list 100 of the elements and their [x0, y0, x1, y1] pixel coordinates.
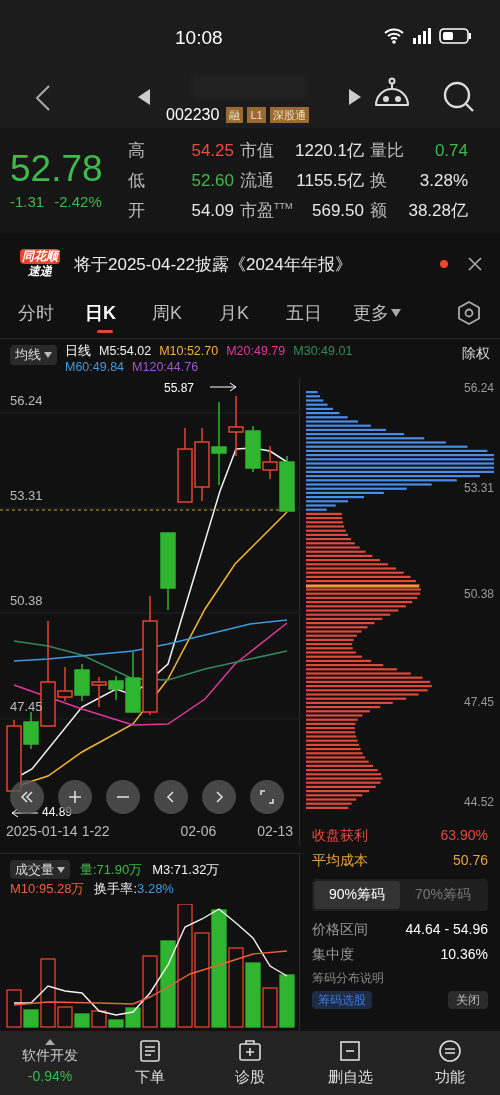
current-price: 52.78 [10, 147, 104, 192]
stat-label: 开 [128, 199, 146, 222]
candlestick [74, 663, 90, 702]
price-axis-label: 53.31 [10, 486, 43, 505]
nav-button[interactable]: 诊股 [200, 1037, 300, 1089]
fullscreen-icon [259, 788, 275, 805]
stat-label: 市值 [240, 139, 275, 162]
stat-label: 流通 [240, 169, 275, 192]
battery-icon [439, 28, 471, 44]
stat-value: 1220.1亿 [294, 139, 365, 162]
moving-average-label: M20:49.79 [226, 343, 286, 360]
close-panel-button[interactable]: 关闭 [448, 990, 488, 1009]
stock-tag: 融 [226, 107, 244, 124]
moving-average-label: M5:54.02 [99, 343, 152, 360]
stat-value: 3.28% [418, 169, 469, 192]
nav-button[interactable]: 删自选 [300, 1037, 400, 1089]
moving-average-label: M30:49.01 [293, 343, 353, 360]
price-change: -1.31 [10, 192, 45, 213]
stat-value: 63.90% [440, 825, 488, 845]
indicator-dropdown[interactable]: 成交量 [10, 859, 70, 880]
period-tab[interactable]: 月K [213, 293, 280, 334]
stat-value: 54.25 [190, 139, 235, 162]
settings-icon [456, 300, 482, 327]
price-axis-label: 53.31 [463, 479, 494, 497]
stat-value: 1155.5亿 [295, 169, 365, 192]
period-tab[interactable]: 更多 [347, 293, 414, 334]
price-axis-label: 50.38 [463, 585, 494, 603]
briefcase-icon [237, 1037, 263, 1064]
stat-label: 平均成本 [312, 850, 368, 870]
arrow-icon [209, 382, 237, 392]
stat-label: 收盘获利 [312, 825, 368, 845]
wifi-icon [384, 28, 404, 44]
stat-label: 额 [370, 199, 388, 222]
period-tab[interactable]: 周K [146, 293, 213, 334]
stat-label: 换 [370, 169, 388, 192]
volume-legend-label: M10:95.28万 [10, 880, 85, 899]
indicator-dropdown[interactable]: 均线 [10, 345, 57, 365]
close-icon [468, 257, 482, 272]
price-axis-label: 56.24 [10, 391, 43, 410]
plus-icon [67, 788, 83, 805]
fullscreen-button[interactable] [250, 779, 284, 814]
high-price-label: 55.87 [164, 379, 195, 397]
stat-value: 0.74 [433, 139, 469, 162]
chart-period-label: 日线 [65, 343, 91, 360]
previous-stock-button[interactable] [138, 89, 150, 106]
next-stock-button[interactable] [349, 89, 361, 106]
nav-button[interactable]: 下单 [100, 1037, 200, 1089]
price-axis-label: 44.52 [463, 793, 494, 811]
chip-range-tab[interactable]: 90%筹码 [314, 880, 400, 909]
help-link[interactable]: 筹码分布说明 [312, 968, 488, 987]
back-icon [35, 84, 51, 113]
document-icon [137, 1037, 163, 1064]
chip-range-tab[interactable]: 70%筹码 [400, 880, 486, 909]
close-button[interactable] [468, 257, 482, 272]
stat-value: 10.36% [440, 944, 488, 964]
stat-label: 低 [128, 169, 146, 192]
candlestick [91, 676, 107, 708]
news-brand-logo: 同花顺 速递 [19, 249, 61, 280]
status-time: 10:08 [175, 26, 223, 50]
caret-up-icon [45, 1038, 55, 1045]
stock-code: 002230 [166, 105, 220, 126]
zoom-out-button[interactable] [106, 779, 140, 814]
rewind-button[interactable] [10, 779, 44, 814]
menu-icon [437, 1037, 463, 1064]
nav-button[interactable]: 功能 [400, 1037, 500, 1089]
adjustment-button[interactable]: 除权 [462, 343, 490, 365]
caret-icon [57, 866, 65, 873]
stock-tag: 深股通 [269, 107, 309, 124]
low-price-label: 44.89 [42, 803, 73, 821]
stat-value: 44.64 - 54.96 [405, 919, 488, 939]
stat-label: 集中度 [312, 944, 354, 964]
date-axis-label: 02-13 [257, 822, 293, 842]
previous-button[interactable] [154, 779, 188, 814]
price-axis-label: 50.38 [10, 591, 43, 610]
stat-value: 38.28亿 [407, 199, 469, 222]
moving-average-label: M10:52.70 [159, 343, 219, 360]
rewind-icon [19, 788, 35, 805]
stat-value: 54.09 [190, 199, 235, 222]
settings-button[interactable] [456, 300, 482, 327]
turnover-label: 换手率:3.28% [94, 880, 174, 899]
price-axis-label: 56.24 [463, 379, 494, 397]
stat-label: 市盈$^{TTM}$ [240, 199, 294, 222]
moving-average-label: M120:44.76 [132, 359, 199, 376]
sector-button[interactable]: 软件开发 -0.94% [0, 1038, 100, 1087]
next-button[interactable] [202, 779, 236, 814]
period-tab[interactable]: 五日 [280, 293, 347, 334]
stat-value: 50.76 [452, 850, 488, 870]
moving-average-label: M60:49.84 [65, 359, 125, 376]
date-axis-label: 2025-01-14 [6, 822, 78, 842]
date-axis-label: 1-22 [81, 822, 110, 842]
caret-icon [44, 352, 52, 359]
volume-legend-label: M3:71.32万 [152, 860, 220, 879]
stat-value: 52.60 [190, 169, 235, 192]
announcement-text: 将于2025-04-22披露《2024年年报》 [74, 253, 353, 276]
period-tab[interactable]: 分时 [12, 293, 79, 334]
price-axis-label: 47.45 [463, 693, 494, 711]
period-tab[interactable]: 日K [79, 293, 146, 334]
volume-bar [279, 974, 295, 1028]
stat-label: 价格区间 [312, 919, 368, 939]
chip-screen-button[interactable]: 筹码选股 [312, 990, 372, 1009]
